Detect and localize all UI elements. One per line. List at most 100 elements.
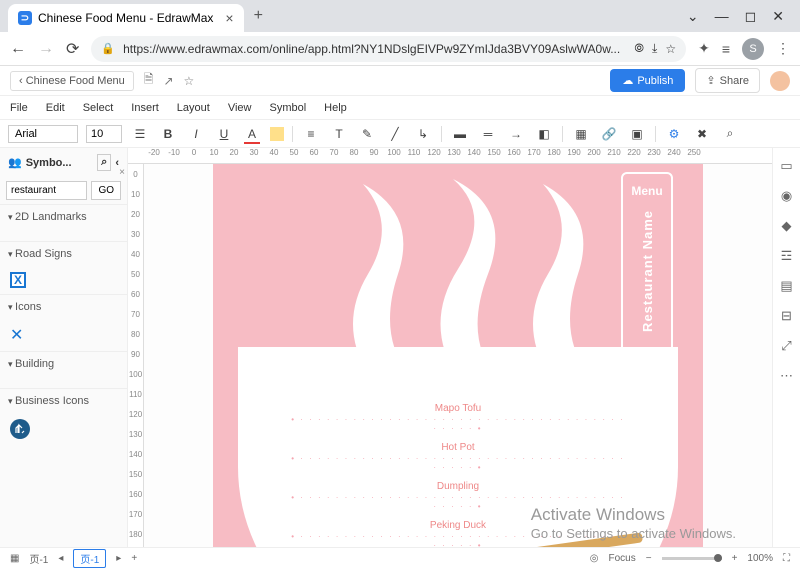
close-tab-icon[interactable]: × [225, 10, 233, 26]
clear-search-icon[interactable]: × [119, 167, 125, 178]
zoom-in-button[interactable]: + [732, 553, 738, 564]
people-icon: 👥 [8, 156, 22, 169]
address-bar[interactable]: 🔒 https://www.edrawmax.com/online/app.ht… [91, 36, 686, 62]
menu-file[interactable]: File [10, 102, 28, 114]
panel-title: Symbo... [26, 157, 72, 169]
arrow-style-icon[interactable]: → [506, 124, 526, 144]
new-tab-button[interactable]: + [254, 7, 263, 25]
translate-icon[interactable]: ⦾ [634, 41, 644, 56]
share-icon: ⇪ [706, 74, 715, 87]
menu-edit[interactable]: Edit [46, 102, 65, 114]
rb-history-icon[interactable]: ☲ [781, 248, 793, 264]
italic-button[interactable]: I [186, 124, 206, 144]
symbol-business[interactable] [0, 413, 127, 445]
user-avatar[interactable] [770, 71, 790, 91]
fit-screen-icon[interactable]: ⛶ [783, 553, 790, 564]
prev-page-icon[interactable]: ◂ [58, 553, 63, 564]
install-icon[interactable]: ⤓ [652, 41, 657, 56]
maximize-icon[interactable]: ◻ [745, 8, 757, 25]
browser-tab[interactable]: ⊃ Chinese Food Menu - EdrawMax × [8, 4, 244, 32]
pencil-icon[interactable]: ✎ [357, 124, 377, 144]
watermark-title: Activate Windows [531, 504, 736, 526]
section-business[interactable]: Business Icons [0, 388, 127, 413]
size-select[interactable] [86, 125, 122, 143]
rb-more-icon[interactable]: ⋯ [780, 368, 793, 384]
rb-style-icon[interactable]: ◆ [782, 218, 792, 234]
canvas[interactable]: Menu Restaurant Name Mapo Tofu• · · · · … [144, 164, 772, 547]
zoom-slider[interactable] [662, 557, 722, 560]
reload-button[interactable]: ⟳ [66, 39, 79, 59]
search-icon[interactable]: ⌕ [720, 124, 740, 144]
menu-icon[interactable]: ⋮ [776, 40, 790, 57]
rb-comment-icon[interactable]: ⊟ [781, 308, 792, 324]
forward-button[interactable]: → [38, 40, 54, 58]
font-color-button[interactable]: A [242, 124, 262, 144]
text-box-icon[interactable]: T [329, 124, 349, 144]
highlight-button[interactable] [270, 127, 284, 141]
artboard[interactable]: Menu Restaurant Name Mapo Tofu• · · · · … [213, 164, 703, 547]
extensions-icon[interactable]: ✦ [698, 40, 710, 57]
decrease-indent-icon[interactable]: ☰ [130, 124, 150, 144]
next-page-icon[interactable]: ▸ [116, 553, 121, 564]
symbol-search-input[interactable] [6, 181, 87, 200]
breadcrumb[interactable]: Chinese Food Menu [10, 71, 134, 91]
line-tool-icon[interactable]: ╱ [385, 124, 405, 144]
share-button[interactable]: ⇪ Share [695, 68, 760, 93]
rb-layers-icon[interactable]: ▭ [780, 158, 792, 174]
tools-icon[interactable]: ✖ [692, 124, 712, 144]
current-page-tab[interactable]: 页-1 [73, 549, 106, 568]
section-icons[interactable]: Icons [0, 294, 127, 319]
grid-icon[interactable]: ▦ [10, 553, 19, 564]
shadow-icon[interactable]: ◧ [534, 124, 554, 144]
connector-icon[interactable]: ↳ [413, 124, 433, 144]
menu-insert[interactable]: Insert [131, 102, 159, 114]
symbol-utensils[interactable]: ✕ [0, 319, 127, 351]
menu-view[interactable]: View [228, 102, 252, 114]
bold-button[interactable]: B [158, 124, 178, 144]
ruler-horizontal: -20-100102030405060708090100110120130140… [128, 148, 772, 164]
section-building[interactable]: Building [0, 351, 127, 376]
export-icon[interactable]: ↗ [163, 74, 173, 88]
section-2d-landmarks[interactable]: 2D Landmarks [0, 204, 127, 229]
symbol-building[interactable] [0, 376, 127, 388]
symbol-landmark[interactable] [0, 229, 127, 241]
panel-search-icon[interactable]: ⌕ [97, 154, 111, 171]
publish-button[interactable]: ☁ Publish [610, 69, 685, 92]
rb-data-icon[interactable]: ▤ [780, 278, 792, 294]
symbol-roadsign[interactable]: X [0, 266, 127, 294]
menu-item[interactable]: Hot Pot• · · · · · · · · · · · · · · · ·… [288, 442, 628, 472]
page-label[interactable]: 页-1 [29, 551, 48, 566]
bookmark-icon[interactable]: ☆ [665, 42, 676, 56]
menu-layout[interactable]: Layout [177, 102, 210, 114]
menu-item[interactable]: Mapo Tofu• · · · · · · · · · · · · · · ·… [288, 403, 628, 433]
window-controls: ⌄ — ◻ ✕ [687, 8, 792, 25]
minimize-icon[interactable]: — [715, 8, 729, 25]
menu-help[interactable]: Help [324, 102, 347, 114]
url-text: https://www.edrawmax.com/online/app.html… [123, 42, 626, 56]
zoom-out-button[interactable]: − [646, 553, 652, 564]
focus-icon[interactable]: ◎ [590, 553, 599, 564]
favorite-icon[interactable]: ☆ [184, 74, 195, 88]
fill-icon[interactable]: ▬ [450, 124, 470, 144]
close-window-icon[interactable]: ✕ [772, 8, 784, 25]
rb-expand-icon[interactable]: ⤢ [781, 338, 791, 354]
underline-button[interactable]: U [214, 124, 234, 144]
menu-symbol[interactable]: Symbol [269, 102, 306, 114]
profile-button[interactable]: S [742, 38, 764, 60]
font-select[interactable] [8, 125, 78, 143]
chevron-down-icon[interactable]: ⌄ [687, 8, 699, 25]
rb-theme-icon[interactable]: ◉ [781, 188, 792, 204]
settings-icon[interactable]: ⚙ [664, 124, 684, 144]
link-icon[interactable]: 🔗 [599, 124, 619, 144]
save-icon[interactable]: 🗎 [144, 70, 154, 91]
back-button[interactable]: ← [10, 40, 26, 58]
image-icon[interactable]: ▣ [627, 124, 647, 144]
search-go-button[interactable]: GO [91, 181, 121, 200]
reading-list-icon[interactable]: ≡ [722, 41, 730, 57]
line-style-icon[interactable]: ═ [478, 124, 498, 144]
menu-select[interactable]: Select [83, 102, 114, 114]
group-icon[interactable]: ▦ [571, 124, 591, 144]
add-page-button[interactable]: + [131, 553, 137, 564]
section-road-signs[interactable]: Road Signs [0, 241, 127, 266]
align-left-icon[interactable]: ≡ [301, 124, 321, 144]
